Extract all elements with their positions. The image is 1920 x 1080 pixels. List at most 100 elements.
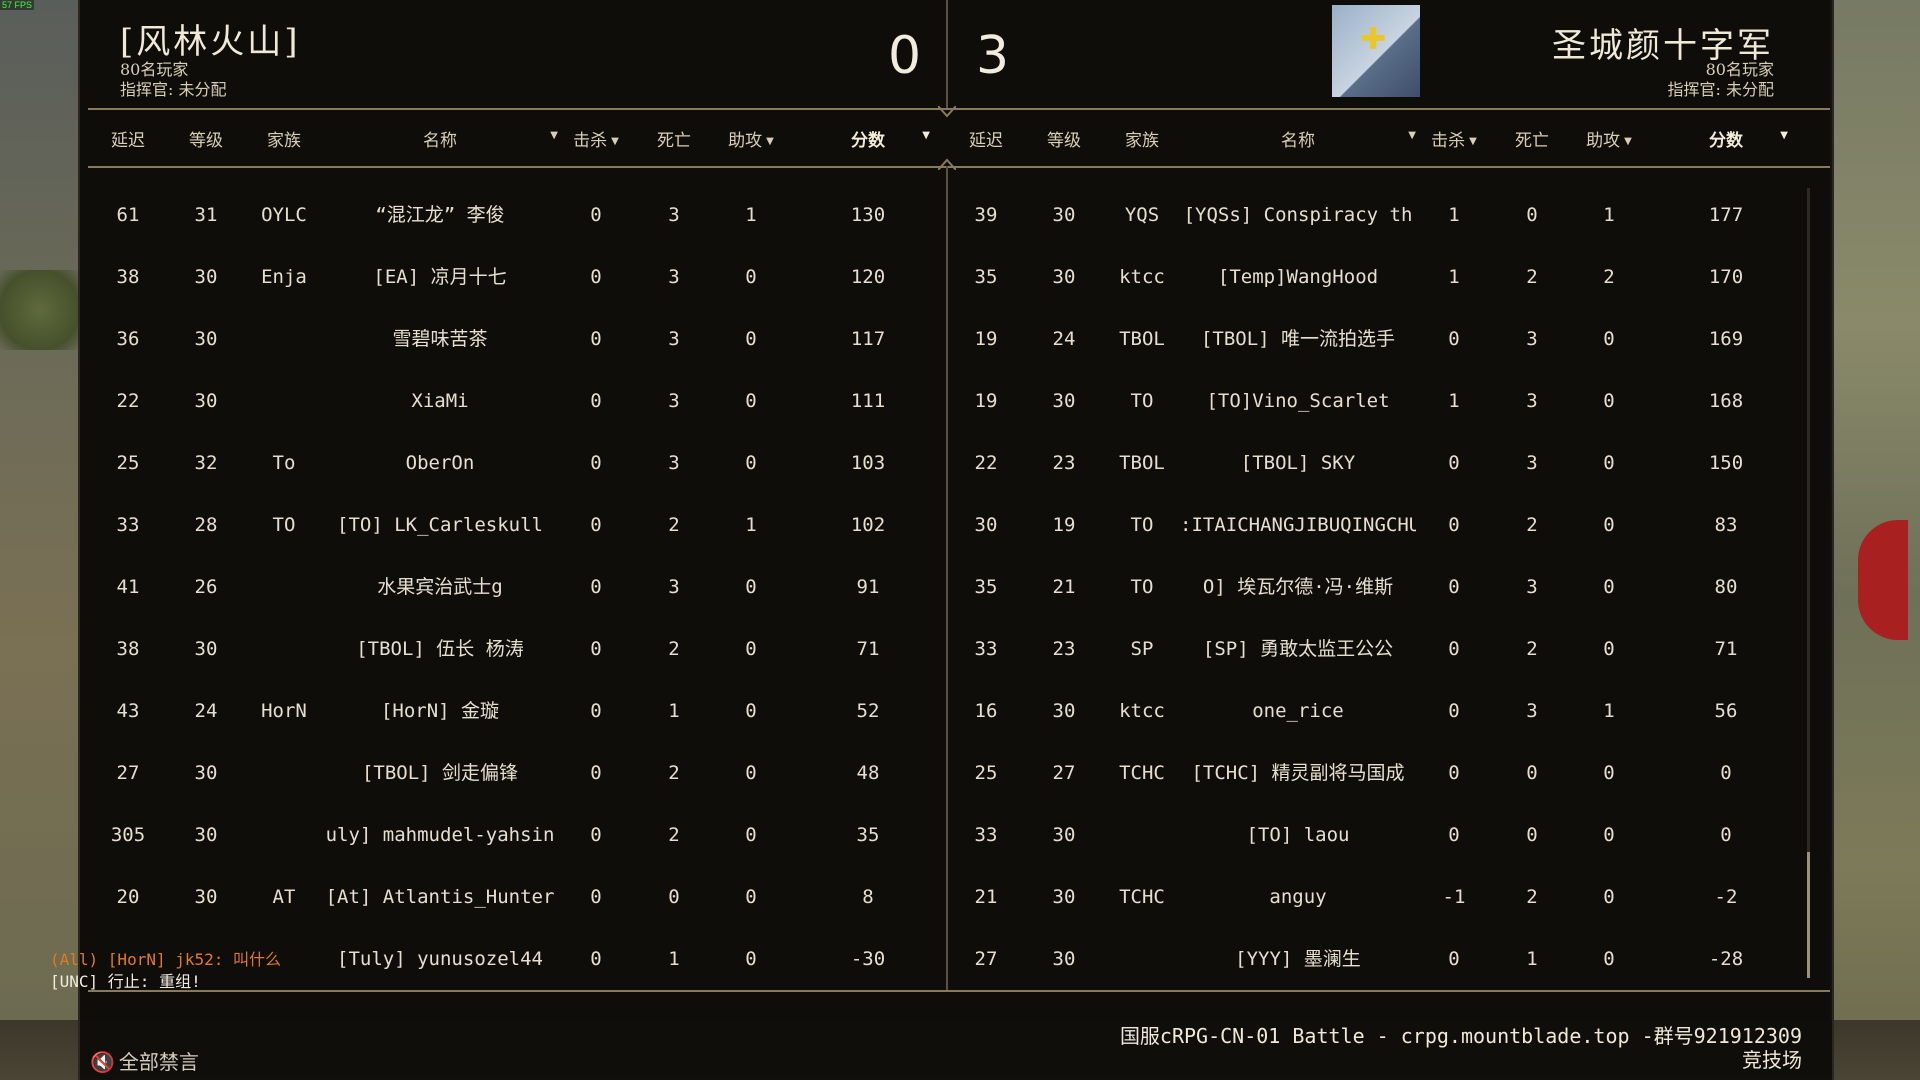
player-assists: 0 bbox=[1603, 762, 1615, 784]
player-clan: ktcc bbox=[1119, 700, 1165, 722]
table-bottom-rule bbox=[88, 990, 1830, 992]
left-header-deaths[interactable]: 死亡 bbox=[640, 126, 708, 151]
player-ping: 30 bbox=[974, 514, 998, 536]
player-deaths: 3 bbox=[1526, 700, 1538, 722]
sort-arrow-icon: ▼ bbox=[550, 130, 558, 141]
player-score: 0 bbox=[1720, 824, 1732, 846]
scrollbar[interactable] bbox=[1807, 188, 1810, 978]
right-header-ping[interactable]: 延迟 bbox=[956, 126, 1016, 151]
right-player-row[interactable]: 19 24 TBOL [TBOL] 唯一流拍选手 0 3 0 169 bbox=[0, 308, 1920, 370]
left-header-ping[interactable]: 延迟 bbox=[98, 126, 158, 151]
header-label: 死亡 bbox=[657, 131, 691, 151]
player-name: [YQSs] Conspiracy th bbox=[1183, 204, 1413, 226]
player-score: 83 bbox=[1714, 514, 1738, 536]
player-ping: 35 bbox=[974, 266, 998, 288]
player-ping: 22 bbox=[974, 452, 998, 474]
player-level: 30 bbox=[1052, 700, 1076, 722]
left-header-kills[interactable]: 击杀 ▼ bbox=[562, 126, 630, 151]
sort-arrow-icon: ▼ bbox=[1469, 136, 1477, 147]
right-player-row[interactable]: 33 30 [TO] laou 0 0 0 0 bbox=[0, 804, 1920, 866]
player-ping: 19 bbox=[974, 328, 998, 350]
player-kills: 0 bbox=[1448, 762, 1460, 784]
right-player-row[interactable]: 30 19 TO:ITAICHANGJIBUQINGCHU 0 2 0 83 bbox=[0, 494, 1920, 556]
header-label: 分数 bbox=[1709, 131, 1743, 151]
player-assists: 1 bbox=[1603, 700, 1615, 722]
left-header-clan[interactable]: 家族 bbox=[250, 126, 318, 151]
player-deaths: 3 bbox=[1526, 328, 1538, 350]
right-player-row[interactable]: 22 23 TBOL [TBOL] SKY 0 3 0 150 bbox=[0, 432, 1920, 494]
right-header-level[interactable]: 等级 bbox=[1034, 126, 1094, 151]
player-assists: 0 bbox=[1603, 328, 1615, 350]
player-ping: 33 bbox=[974, 824, 998, 846]
player-level: 23 bbox=[1052, 452, 1076, 474]
scrollbar-thumb[interactable] bbox=[1807, 852, 1810, 978]
right-header-name[interactable]: 名称 ▼ bbox=[1180, 126, 1416, 151]
player-assists: 1 bbox=[1603, 204, 1615, 226]
player-clan: YQS bbox=[1124, 204, 1160, 226]
left-header-level[interactable]: 等级 bbox=[176, 126, 236, 151]
player-name: [YYY] 墨澜生 bbox=[1235, 948, 1361, 970]
player-assists: 0 bbox=[1603, 576, 1615, 598]
player-level: 30 bbox=[1052, 204, 1076, 226]
player-assists: 0 bbox=[1603, 886, 1615, 908]
player-clan: ktcc bbox=[1119, 266, 1165, 288]
header-label: 名称 bbox=[1281, 131, 1315, 151]
right-player-row[interactable]: 25 27 TCHC [TCHC] 精灵副将马国成 0 0 0 0 bbox=[0, 742, 1920, 804]
header-label: 死亡 bbox=[1515, 131, 1549, 151]
right-player-row[interactable]: 35 21 TO O] 埃瓦尔德·冯·维斯 0 3 0 80 bbox=[0, 556, 1920, 618]
sort-arrow-icon: ▼ bbox=[1624, 136, 1632, 147]
player-level: 30 bbox=[1052, 948, 1076, 970]
player-score: -2 bbox=[1714, 886, 1738, 908]
player-assists: 0 bbox=[1603, 824, 1615, 846]
player-clan: SP bbox=[1130, 638, 1154, 660]
right-header-deaths[interactable]: 死亡 bbox=[1498, 126, 1566, 151]
player-score: 150 bbox=[1708, 452, 1744, 474]
player-clan: TO bbox=[1130, 390, 1154, 412]
left-header-name[interactable]: 名称 ▼ bbox=[322, 126, 558, 151]
chat-line-all: (All) [HorN] jk52: 叫什么 bbox=[50, 950, 282, 969]
player-deaths: 3 bbox=[1526, 452, 1538, 474]
right-player-row[interactable]: 16 30 ktcc one_rice 0 3 1 56 bbox=[0, 680, 1920, 742]
player-deaths: 1 bbox=[1526, 948, 1538, 970]
right-header-score[interactable]: 分数 ▼ bbox=[1664, 126, 1788, 151]
right-player-row[interactable]: 39 30 YQS [YQSs] Conspiracy th 1 0 1 177 bbox=[0, 184, 1920, 246]
header-bottom-rule bbox=[88, 166, 1830, 168]
player-assists: 2 bbox=[1603, 266, 1615, 288]
player-ping: 39 bbox=[974, 204, 998, 226]
player-deaths: 2 bbox=[1526, 514, 1538, 536]
right-header-assists[interactable]: 助攻 ▼ bbox=[1570, 126, 1648, 151]
right-player-row[interactable]: 35 30 ktcc [Temp]WangHood 1 2 2 170 bbox=[0, 246, 1920, 308]
score-divider bbox=[946, 0, 948, 108]
right-player-row[interactable]: 21 30 TCHC anguy -1 2 0 -2 bbox=[0, 866, 1920, 928]
sort-arrow-icon: ▼ bbox=[922, 130, 930, 141]
mute-all-label: 全部禁言 bbox=[118, 1050, 199, 1074]
right-player-row[interactable]: 19 30 TO [TO]Vino_Scarlet 1 3 0 168 bbox=[0, 370, 1920, 432]
player-assists: 0 bbox=[1603, 452, 1615, 474]
left-header-score[interactable]: 分数 ▼ bbox=[806, 126, 930, 151]
player-score: 56 bbox=[1714, 700, 1738, 722]
player-level: 30 bbox=[1052, 824, 1076, 846]
right-player-row[interactable]: 27 30 [YYY] 墨澜生 0 1 0 -28 bbox=[0, 928, 1920, 990]
player-level: 30 bbox=[1052, 886, 1076, 908]
header-top-rule bbox=[88, 108, 1830, 110]
player-clan: TO bbox=[1130, 514, 1154, 536]
player-level: 30 bbox=[1052, 390, 1076, 412]
mute-all-button[interactable]: 🔇 全部禁言 bbox=[90, 1046, 199, 1075]
player-deaths: 3 bbox=[1526, 576, 1538, 598]
header-label: 击杀 bbox=[1431, 131, 1466, 151]
right-player-row[interactable]: 33 23 SP [SP] 勇敢太监王公公 0 2 0 71 bbox=[0, 618, 1920, 680]
sort-arrow-icon: ▼ bbox=[766, 136, 774, 147]
right-team-score: 3 bbox=[976, 26, 1010, 86]
header-label: 击杀 bbox=[573, 131, 608, 151]
right-header-kills[interactable]: 击杀 ▼ bbox=[1420, 126, 1488, 151]
player-score: 170 bbox=[1708, 266, 1744, 288]
header-label: 延迟 bbox=[111, 131, 145, 151]
player-score: -28 bbox=[1708, 948, 1744, 970]
player-assists: 0 bbox=[1603, 948, 1615, 970]
left-header-assists[interactable]: 助攻 ▼ bbox=[712, 126, 790, 151]
player-score: 169 bbox=[1708, 328, 1744, 350]
right-header-clan[interactable]: 家族 bbox=[1108, 126, 1176, 151]
player-level: 21 bbox=[1052, 576, 1076, 598]
divider-notch-bottom bbox=[938, 158, 956, 170]
player-score: 71 bbox=[1714, 638, 1738, 660]
